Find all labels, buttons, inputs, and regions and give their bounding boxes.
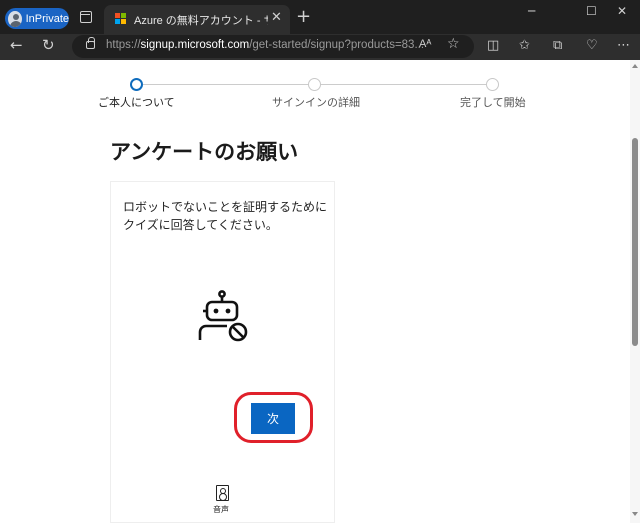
close-window-icon[interactable]: ✕ [617, 4, 627, 18]
browser-tab-active[interactable]: Azure の無料アカウント - サインアップ ✕ [104, 5, 290, 34]
tab-actions-icon[interactable] [80, 11, 92, 23]
address-bar[interactable]: https://signup.microsoft.com/get-started… [72, 35, 474, 58]
step-indicator-2 [308, 78, 321, 91]
browser-titlebar: InPrivate Azure の無料アカウント - サインアップ ✕ + ─ … [0, 0, 640, 34]
progress-line [143, 84, 308, 85]
back-arrow-icon[interactable]: ← [10, 36, 23, 54]
tab-close-icon[interactable]: ✕ [271, 10, 282, 25]
page-title: アンケートのお願い [110, 140, 299, 164]
step-label-about-you: ご本人について [98, 96, 175, 109]
minimize-icon[interactable]: ─ [528, 4, 535, 18]
microsoft-logo-icon [115, 13, 127, 25]
next-button[interactable]: 次 [251, 403, 295, 434]
favorite-star-icon[interactable]: ☆ [447, 36, 460, 52]
read-aloud-icon[interactable]: Aᴬ [419, 38, 431, 50]
captcha-card: ロボットでないことを証明するために クイズに回答してください。 [110, 181, 335, 523]
split-screen-icon[interactable]: ◫ [487, 38, 499, 53]
refresh-icon[interactable]: ↻ [42, 36, 55, 54]
scroll-up-icon[interactable] [632, 64, 638, 68]
inprivate-label: InPrivate [25, 12, 69, 25]
lock-icon [86, 37, 95, 49]
robot-blocked-icon [198, 290, 248, 342]
scrollbar-thumb[interactable] [632, 138, 638, 346]
collections-icon[interactable]: ⧉ [553, 38, 562, 53]
more-menu-icon[interactable]: ⋯ [617, 38, 630, 53]
speaker-icon[interactable] [216, 485, 229, 501]
progress-line [321, 84, 486, 85]
maximize-icon[interactable]: ☐ [586, 4, 597, 18]
captcha-instruction: ロボットでないことを証明するために クイズに回答してください。 [123, 200, 328, 232]
new-tab-button[interactable]: + [296, 6, 311, 27]
profile-avatar [8, 10, 22, 27]
browser-toolbar: ← ↻ https://signup.microsoft.com/get-sta… [0, 34, 640, 60]
step-label-complete: 完了して開始 [460, 96, 526, 109]
step-indicator-1 [130, 78, 143, 91]
browser-essentials-icon[interactable]: ♡ [586, 38, 598, 53]
favorites-icon[interactable]: ✩ [519, 38, 530, 53]
url-text: https://signup.microsoft.com/get-started… [106, 39, 425, 51]
step-indicator-3 [486, 78, 499, 91]
scroll-down-icon[interactable] [632, 512, 638, 516]
tab-title: Azure の無料アカウント - サインアップ [134, 15, 268, 27]
audio-button-label[interactable]: 音声 [213, 504, 229, 515]
inprivate-badge[interactable]: InPrivate [5, 8, 69, 29]
step-label-signin-details: サインインの詳細 [272, 96, 360, 109]
